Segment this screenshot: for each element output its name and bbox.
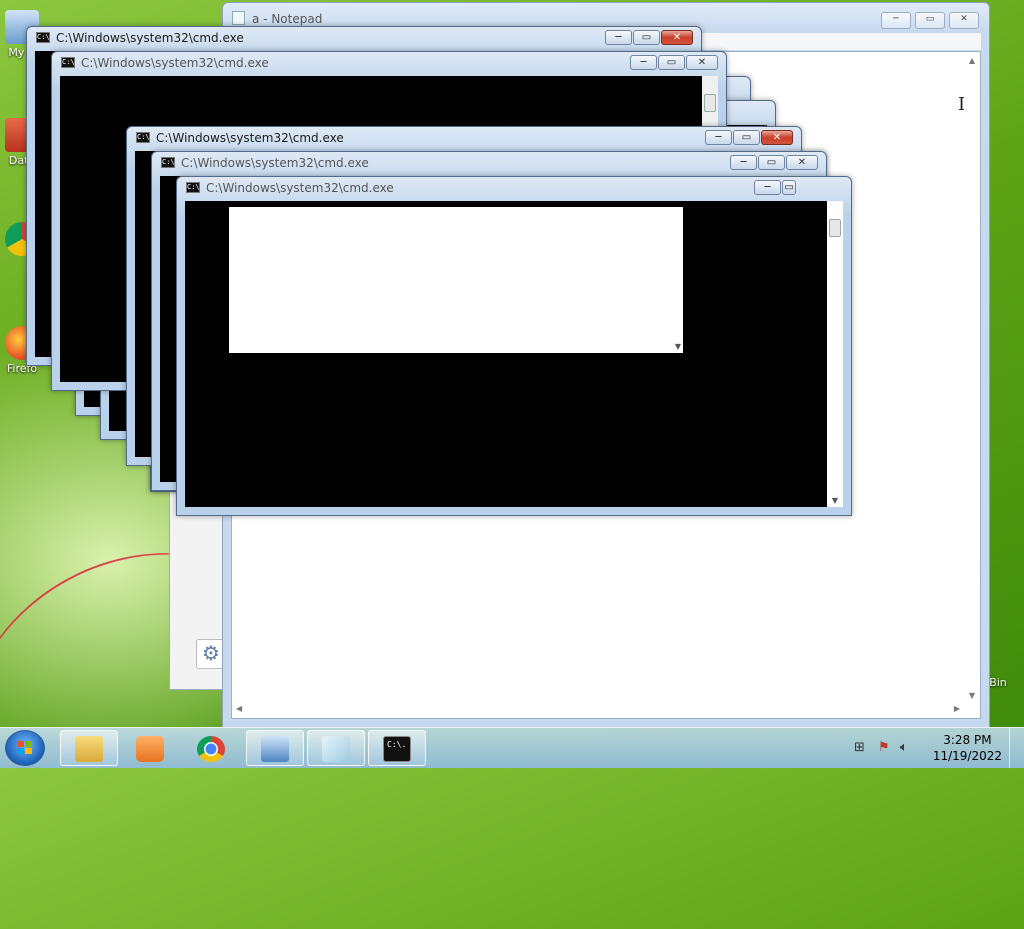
maximize-button[interactable]: ▭	[758, 155, 785, 170]
window-title: C:\Windows\system32\cmd.exe	[56, 31, 244, 45]
scroll-left-arrow-icon[interactable]: ◀	[236, 704, 242, 713]
close-button[interactable]: ✕	[761, 130, 793, 145]
taskbar-item-chrome[interactable]	[182, 730, 240, 766]
window-title: C:\Windows\system32\cmd.exe	[81, 56, 269, 70]
window-title: C:\Windows\system32\cmd.exe	[156, 131, 344, 145]
scroll-up-arrow-icon[interactable]: ▲	[964, 56, 980, 65]
minimize-button[interactable]: ─	[705, 130, 732, 145]
taskbar-item-media-player[interactable]	[121, 730, 179, 766]
media-player-icon	[136, 736, 164, 762]
taskbar-item-control-panel[interactable]	[246, 730, 304, 766]
close-button[interactable]: ✕	[661, 30, 693, 45]
clock-time: 3:28 PM	[943, 733, 992, 747]
window-title: a - Notepad	[252, 12, 323, 26]
maximize-button[interactable]: ▭	[633, 30, 660, 45]
console-selection-area: ▼	[229, 207, 683, 353]
clock[interactable]: 3:28 PM 11/19/2022	[933, 732, 1002, 764]
minimize-button[interactable]: ─	[754, 180, 781, 195]
minimize-button[interactable]: ─	[605, 30, 632, 45]
taskbar-item-notepad[interactable]	[307, 730, 365, 766]
system-tray: ⊞ ⚑ 🔈︎ 3:28 PM 11/19/2022	[854, 728, 1024, 768]
horizontal-scrollbar[interactable]: ◀ ▶	[232, 702, 964, 718]
control-panel-icon	[261, 736, 289, 762]
minimize-button[interactable]: ─	[881, 12, 911, 29]
scrollbar-thumb[interactable]	[829, 219, 841, 237]
scroll-down-arrow-icon[interactable]: ▼	[675, 342, 681, 351]
scrollbar-thumb[interactable]	[704, 94, 716, 112]
maximize-button[interactable]: ▭	[658, 55, 685, 70]
chrome-icon	[197, 736, 225, 762]
window-title: C:\Windows\system32\cmd.exe	[206, 181, 394, 195]
scroll-down-arrow-icon[interactable]: ▼	[827, 496, 843, 505]
taskbar: C:\. ⊞ ⚑ 🔈︎ 3:28 PM 11/19/2022	[0, 727, 1024, 768]
cmd-icon: C:\.	[36, 32, 50, 43]
taskbar-item-cmd[interactable]: C:\.	[368, 730, 426, 766]
close-button[interactable]: ✕	[949, 12, 979, 29]
taskbar-item-explorer[interactable]	[60, 730, 118, 766]
start-button[interactable]	[5, 730, 45, 766]
cmd-icon: C:\.	[61, 57, 75, 68]
minimize-button[interactable]: ─	[630, 55, 657, 70]
window-title: C:\Windows\system32\cmd.exe	[181, 156, 369, 170]
notepad-icon	[232, 11, 245, 25]
network-icon[interactable]: ⊞	[854, 740, 865, 755]
vertical-scrollbar[interactable]: ▲ ▼	[964, 52, 980, 702]
scroll-right-arrow-icon[interactable]: ▶	[954, 704, 960, 713]
show-desktop-button[interactable]	[1009, 728, 1024, 768]
windows-flag-icon	[17, 741, 33, 755]
close-button[interactable]: ✕	[686, 55, 718, 70]
clock-date: 11/19/2022	[932, 749, 1002, 763]
vertical-scrollbar[interactable]: ▼	[827, 201, 843, 507]
maximize-button[interactable]: ▭	[782, 180, 796, 195]
cmd-icon: C:\.	[136, 132, 150, 143]
text-cursor-icon: I	[958, 94, 966, 115]
maximize-button[interactable]: ▭	[733, 130, 760, 145]
minimize-button[interactable]: ─	[730, 155, 757, 170]
volume-icon[interactable]: 🔈︎	[900, 740, 908, 755]
maximize-button[interactable]: ▭	[915, 12, 945, 29]
action-center-icon[interactable]: ⚑	[878, 740, 890, 755]
scroll-down-arrow-icon[interactable]: ▼	[964, 691, 980, 700]
cmd-window-5[interactable]: C:\. C:\Windows\system32\cmd.exe ─ ▭ ▼ ▼	[176, 176, 852, 516]
close-button[interactable]: ✕	[786, 155, 818, 170]
console-area[interactable]: ▼ ▼	[185, 201, 843, 507]
folder-icon	[75, 736, 103, 762]
cmd-icon: C:\.	[161, 157, 175, 168]
cmd-icon: C:\.	[383, 736, 411, 762]
notepad-icon	[322, 736, 350, 762]
cmd-icon: C:\.	[186, 182, 200, 193]
